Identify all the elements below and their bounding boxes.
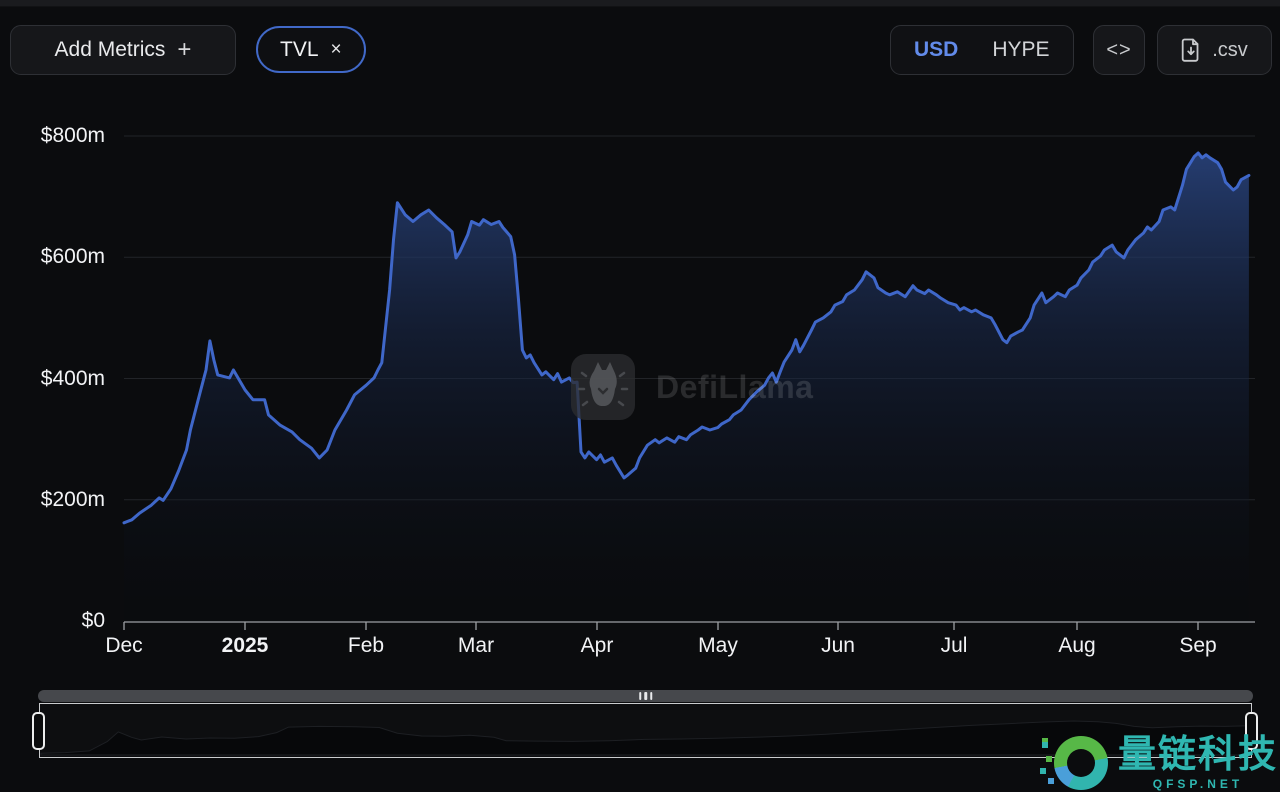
range-selector-brush[interactable] <box>39 703 1252 758</box>
x-axis-label: May <box>698 634 738 657</box>
x-axis-label: Feb <box>347 634 385 657</box>
x-axis-label: Aug <box>1058 634 1096 657</box>
overview-mini-chart <box>40 720 1250 756</box>
scrollbar-grip-icon[interactable] <box>638 692 653 700</box>
chart-area: $800m $600m $400m $200m $0 Dec 2025 Feb Mar Apr M… <box>0 0 1280 792</box>
x-axis-label: Dec <box>105 634 143 657</box>
defillama-tvl-chart-page: Add Metrics + TVL × USD HYPE <> .csv $80… <box>0 0 1280 792</box>
x-axis-label: Apr <box>580 634 614 657</box>
chart-horizontal-scrollbar[interactable] <box>38 690 1253 702</box>
y-axis-label: $600m <box>40 245 105 269</box>
y-axis-label: $0 <box>81 609 105 632</box>
brush-handle-right[interactable] <box>1245 712 1258 750</box>
y-axis-label: $200m <box>40 487 105 511</box>
x-axis-label: Jun <box>821 634 855 657</box>
x-axis-label: Jul <box>940 634 968 657</box>
y-axis-label: $800m <box>40 124 105 147</box>
x-axis-label: 2025 <box>221 634 269 657</box>
x-axis-label: Mar <box>457 634 495 657</box>
tvl-area-chart[interactable] <box>0 0 1280 792</box>
brush-handle-left[interactable] <box>32 712 45 750</box>
x-axis-label: Sep <box>1179 634 1217 657</box>
y-axis-label: $400m <box>40 366 105 390</box>
